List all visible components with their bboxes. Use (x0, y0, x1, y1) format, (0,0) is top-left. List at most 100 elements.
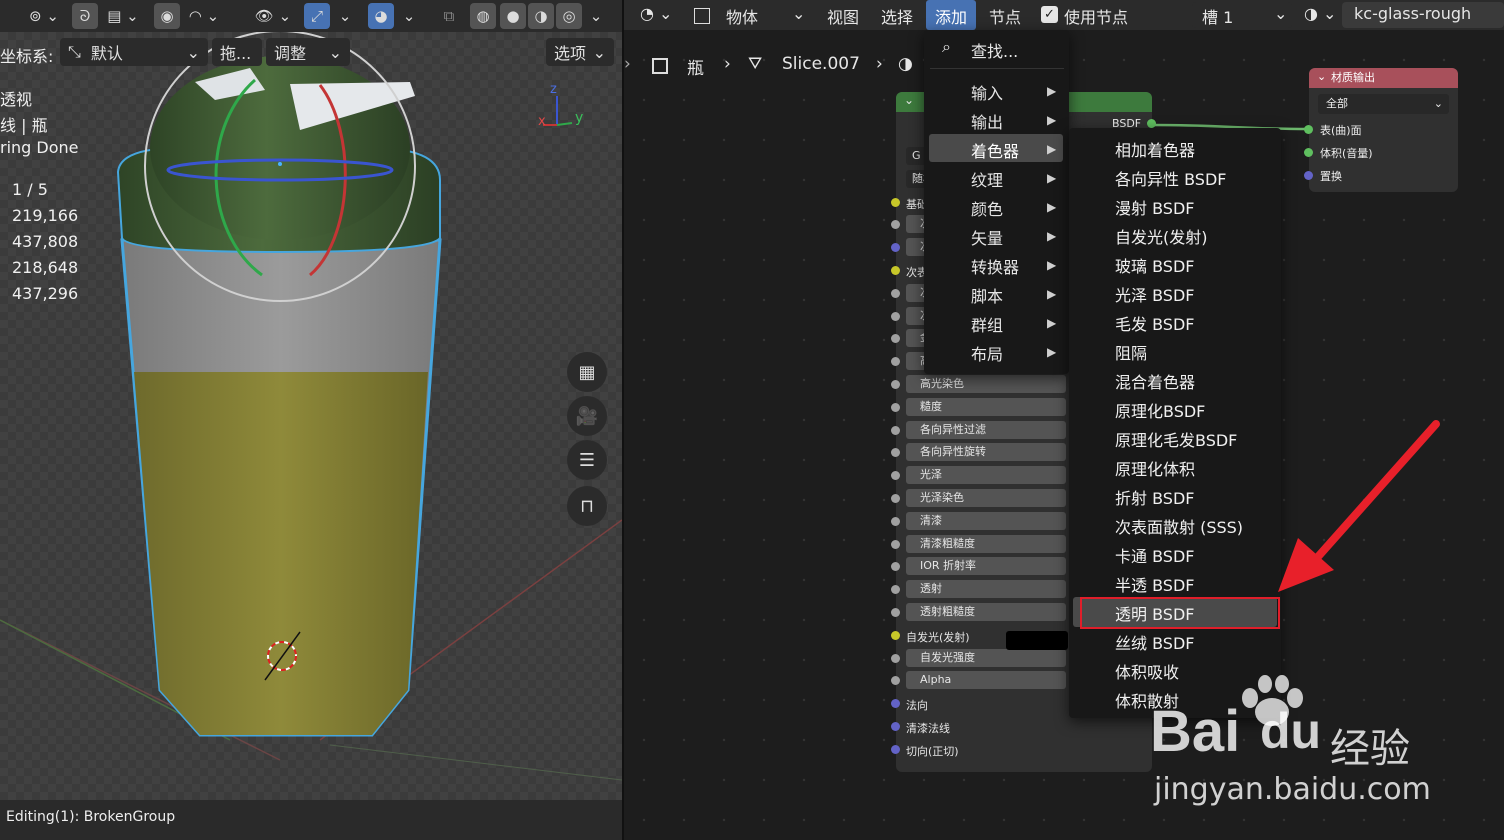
add-menu-item[interactable]: 颜色 (971, 196, 1003, 220)
input-socket[interactable] (891, 402, 900, 412)
bsdf-input-20[interactable]: 透射粗糙度 (906, 603, 1066, 621)
menu-node[interactable]: 节点 (989, 4, 1021, 28)
input-socket[interactable] (891, 288, 900, 298)
shader-menu-item[interactable]: 折射 BSDF (1115, 485, 1194, 509)
bsdf-input-13[interactable]: 各向异性旋转 (906, 443, 1066, 462)
object-label[interactable]: 物体 (726, 4, 758, 28)
bsdf-input-14[interactable]: 光泽 (906, 466, 1066, 485)
menu-add[interactable]: 添加 (935, 4, 967, 28)
input-socket[interactable] (891, 197, 900, 207)
editor-type-icon[interactable]: ◔ ⌄ (640, 4, 672, 23)
bsdf-input-10[interactable]: 高光染色 (906, 375, 1066, 393)
overlay-icon[interactable]: ◕ (368, 3, 394, 29)
menu-select[interactable]: 选择 (881, 4, 913, 28)
collapse-icon[interactable]: ⌄ (1317, 70, 1326, 83)
surface-socket[interactable] (1304, 125, 1313, 134)
shader-menu-item[interactable]: 丝绒 BSDF (1115, 630, 1194, 654)
slot-dropdown[interactable]: 槽 1 ⌄ (1192, 2, 1292, 28)
input-socket[interactable] (891, 425, 900, 435)
input-socket[interactable] (891, 516, 900, 526)
shader-menu-item[interactable]: 原理化BSDF (1115, 398, 1205, 422)
material-output-header[interactable]: 材质输出 (1309, 68, 1458, 88)
camera-view-icon[interactable]: 🎥 (567, 396, 607, 436)
wireframe-shading-icon[interactable]: ◍ (470, 3, 496, 29)
add-menu-item[interactable]: 矢量 (971, 225, 1003, 249)
add-menu-item[interactable]: 转换器 (971, 254, 1019, 278)
shader-menu-item[interactable]: 漫射 BSDF (1115, 195, 1194, 219)
gizmo-icon[interactable]: ⤢ (304, 3, 330, 29)
shader-menu-item[interactable]: 次表面散射 (SSS) (1115, 514, 1243, 538)
shader-menu-item[interactable]: 玻璃 BSDF (1115, 253, 1194, 277)
material-preview-icon[interactable]: ◑ ⌄ (1304, 4, 1336, 23)
object-mode-icon[interactable] (694, 8, 710, 24)
chevron-down-icon[interactable]: ⌄ (792, 4, 805, 23)
drag-dropdown[interactable]: 拖... (212, 38, 262, 66)
volume-socket[interactable] (1304, 148, 1313, 157)
material-name-field[interactable]: kc-glass-rough (1342, 2, 1504, 28)
shader-menu-item[interactable]: 各向异性 BSDF (1115, 166, 1226, 190)
ortho-grid-icon[interactable]: ▦ (567, 352, 607, 392)
bsdf-input-22[interactable]: 自发光强度 (906, 648, 1066, 667)
input-socket[interactable] (891, 266, 900, 275)
input-socket[interactable] (891, 380, 900, 389)
overlay-dropdown-icon[interactable]: ⌄ (398, 3, 420, 29)
lock-icon[interactable]: ⊓ (567, 486, 607, 526)
add-menu-item[interactable]: 输出 (971, 109, 1003, 133)
add-menu-item[interactable]: 脚本 (971, 283, 1003, 307)
shader-menu-item[interactable]: 卡通 BSDF (1115, 543, 1194, 567)
shader-menu-item[interactable]: 原理化毛发BSDF (1115, 427, 1237, 451)
material-output-target-dropdown[interactable]: 全部 ⌄ (1318, 94, 1449, 114)
toggle-icon[interactable]: ☰ (567, 440, 607, 480)
input-socket[interactable] (891, 653, 900, 663)
snap-icon[interactable]: ᘐ (72, 3, 98, 29)
bsdf-output-socket[interactable] (1147, 119, 1156, 128)
input-socket[interactable] (891, 630, 900, 640)
bsdf-input-18[interactable]: IOR 折射率 (906, 557, 1066, 576)
shading-dropdown-icon[interactable]: ⌄ (584, 3, 608, 29)
proportional-edit-icon[interactable]: ◉ (154, 3, 180, 29)
add-menu-item[interactable]: 纹理 (971, 167, 1003, 191)
shader-menu-item[interactable]: 阻隔 (1115, 340, 1147, 364)
shader-menu-item[interactable]: 毛发 BSDF (1115, 311, 1194, 335)
displacement-socket[interactable] (1304, 171, 1313, 180)
bsdf-input-12[interactable]: 各向异性过滤 (906, 420, 1066, 439)
shader-menu-item[interactable]: 光泽 BSDF (1115, 282, 1194, 306)
shader-menu-item[interactable]: 自发光(发射) (1115, 224, 1208, 248)
input-socket[interactable] (891, 494, 900, 503)
falloff-icon[interactable]: ◠ ⌄ (184, 3, 224, 29)
add-menu-item[interactable]: 布局 (971, 341, 1003, 365)
bsdf-input-17[interactable]: 清漆粗糙度 (906, 534, 1066, 553)
solid-shading-icon[interactable]: ● (500, 3, 526, 29)
bsdf-input-19[interactable]: 透射 (906, 580, 1066, 599)
bsdf-input-16[interactable]: 清漆 (906, 511, 1066, 530)
bsdf-input-11[interactable]: 糙度 (906, 397, 1066, 416)
input-socket[interactable] (891, 722, 900, 731)
add-menu-item[interactable]: 群组 (971, 312, 1003, 336)
add-menu-search[interactable]: 查找... (971, 38, 1018, 62)
adjust-dropdown[interactable]: 调整 ⌄ (266, 38, 350, 66)
emission-color-swatch[interactable] (1006, 631, 1068, 650)
input-socket[interactable] (891, 539, 900, 549)
shader-menu-item[interactable]: 混合着色器 (1115, 369, 1195, 393)
add-menu-item[interactable]: 输入 (971, 80, 1003, 104)
input-socket[interactable] (891, 608, 900, 617)
shader-menu-item[interactable]: 原理化体积 (1115, 456, 1195, 480)
visibility-icon[interactable]: 👁 ⌄ (250, 3, 296, 29)
collapse-icon[interactable]: ⌄ (904, 93, 914, 107)
bsdf-input-15[interactable]: 光泽染色 (906, 489, 1066, 507)
input-socket[interactable] (891, 311, 900, 321)
shader-menu-item[interactable]: 相加着色器 (1115, 137, 1195, 161)
snap-target-icon[interactable]: ▤ ⌄ (100, 3, 146, 29)
shader-menu-item[interactable]: 半透 BSDF (1115, 572, 1194, 596)
use-nodes-checkbox[interactable]: ✓ (1041, 6, 1058, 23)
menu-view[interactable]: 视图 (827, 4, 859, 28)
bsdf-input-23[interactable]: Alpha (906, 671, 1066, 690)
material-shading-icon[interactable]: ◑ (528, 3, 554, 29)
3d-viewport[interactable]: z x y (0, 0, 622, 840)
rendered-shading-icon[interactable]: ◎ (556, 3, 582, 29)
input-socket[interactable] (891, 744, 900, 754)
coord-system-dropdown[interactable]: ⤡ 默认 ⌄ (60, 38, 208, 66)
add-menu-item[interactable]: 着色器 (971, 138, 1019, 162)
pivot-icon[interactable]: ⊚ ⌄ (24, 3, 64, 29)
xray-icon[interactable]: ⧉ (436, 3, 462, 29)
